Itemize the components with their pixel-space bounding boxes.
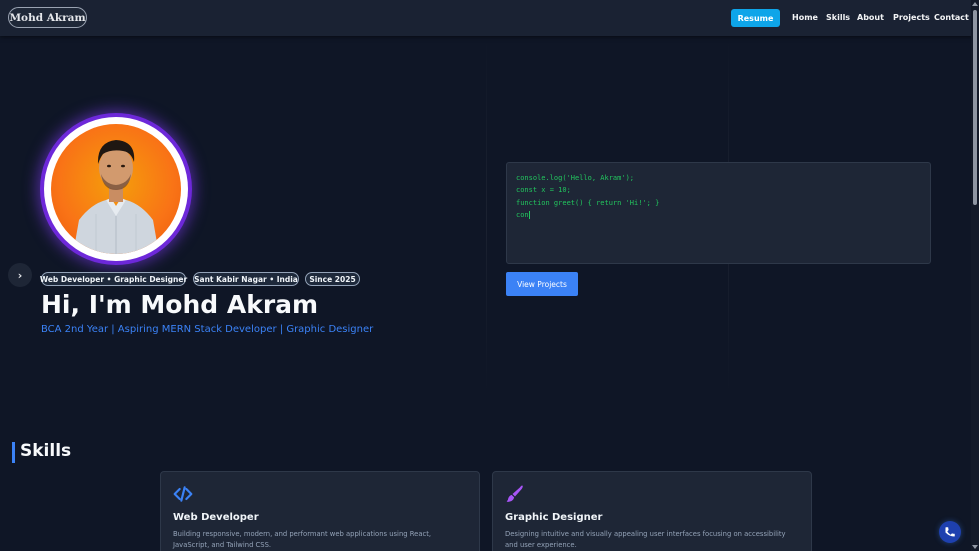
resume-button[interactable]: Resume: [731, 9, 780, 27]
skill-card-title: Web Developer: [173, 512, 259, 523]
logo[interactable]: Mohd Akram: [8, 7, 87, 28]
nav-link-about[interactable]: About: [857, 13, 884, 22]
typing-cursor: [528, 210, 530, 219]
page-scrollbar[interactable]: [971, 0, 979, 551]
scrollbar-thumb[interactable]: [973, 10, 977, 205]
scroll-down-icon[interactable]: [972, 545, 978, 549]
nav-link-contact[interactable]: Contact: [934, 13, 969, 22]
hero-divider-line: [486, 36, 487, 396]
phone-icon: [945, 527, 955, 537]
skill-card-web[interactable]: Web Developer Building responsive, moder…: [160, 471, 480, 551]
nav-link-skills[interactable]: Skills: [826, 13, 850, 22]
code-line: const x = 10;: [516, 186, 571, 195]
nav-link-home[interactable]: Home: [792, 13, 818, 22]
hero-subtitle: BCA 2nd Year | Aspiring MERN Stack Devel…: [41, 324, 374, 335]
navbar: Mohd Akram Resume Home Skills About Proj…: [0, 0, 979, 36]
avatar: [51, 124, 181, 254]
paintbrush-icon: [506, 485, 523, 502]
skill-card-title: Graphic Designer: [505, 512, 603, 523]
badge-since: Since 2025: [305, 272, 360, 286]
badge-location: Sant Kabir Nagar • India: [193, 272, 299, 286]
nav-link-projects[interactable]: Projects: [893, 13, 930, 22]
skills-accent-bar: [12, 442, 15, 463]
code-typed-text: con: [516, 210, 529, 219]
code-line: function greet() { return 'Hi!'; }: [516, 198, 660, 207]
skill-card-graphic[interactable]: Graphic Designer Designing intuitive and…: [492, 471, 812, 551]
skill-card-description: Designing intuitive and visually appeali…: [505, 530, 786, 549]
code-editor: console.log('Hello, Akram'); const x = 1…: [506, 162, 931, 264]
hero-title: Hi, I'm Mohd Akram: [41, 290, 319, 319]
chevron-right-icon[interactable]: ›: [8, 263, 32, 287]
scroll-up-icon[interactable]: [972, 2, 978, 6]
skills-heading: Skills: [20, 441, 72, 461]
code-line: console.log('Hello, Akram');: [516, 174, 635, 182]
code-icon: [173, 486, 193, 502]
avatar-person-image: [73, 140, 159, 254]
badge-role: Web Developer • Graphic Designer: [40, 272, 187, 286]
view-projects-button[interactable]: View Projects: [506, 272, 578, 296]
phone-call-button[interactable]: [939, 521, 961, 543]
skill-card-description: Building responsive, modern, and perform…: [173, 530, 432, 549]
code-line-typing: con: [516, 209, 921, 221]
